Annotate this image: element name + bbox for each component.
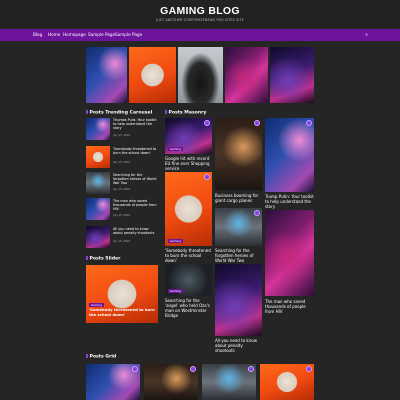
slider-post-title[interactable]: 'Somebody threatened to burn the school … — [89, 307, 155, 317]
post-format-icon — [306, 366, 312, 372]
post-format-icon — [190, 366, 196, 372]
banner-image-controller[interactable] — [178, 47, 223, 103]
trending-item-title-1[interactable]: Thumbs Pulls: Your toolkit to help under… — [113, 118, 158, 131]
trending-item-title-2[interactable]: 'Somebody threatened to burn the school … — [113, 147, 158, 155]
trending-item-date-3: July 15, 2019 — [113, 188, 131, 191]
masonry-image-2[interactable]: Gaming — [165, 172, 212, 246]
masonry-image-6[interactable] — [215, 264, 262, 336]
trending-item-title-4[interactable]: The man who saved thousands of people fr… — [113, 199, 158, 212]
grid-image-2[interactable] — [144, 364, 198, 400]
trending-section-title: Posts Trending Carousel — [86, 110, 153, 116]
post-format-icon — [254, 120, 260, 126]
masonry-category-badge[interactable]: Gaming — [168, 289, 183, 293]
post-format-icon — [204, 120, 210, 126]
banner-image-keyboard[interactable] — [270, 47, 314, 103]
search-icon[interactable]: ⌕ — [365, 29, 368, 41]
masonry-image-4[interactable] — [215, 118, 262, 190]
site-header: GAMING BLOG JUST ANOTHER CORPORATENEWS P… — [0, 0, 400, 28]
masonry-category-badge[interactable]: Gaming — [168, 239, 183, 243]
nav-item-homepage[interactable]: Homepage — [63, 29, 86, 41]
grid-image-3[interactable] — [202, 364, 256, 400]
masonry-post-title-6[interactable]: All you need to know about penalty shoot… — [215, 338, 262, 353]
grid-image-4[interactable] — [260, 364, 314, 400]
slider-section-title: Posts Slider — [86, 256, 121, 262]
banner-image-retro-console[interactable] — [129, 47, 176, 103]
trending-item-date-1: July 15, 2019 — [113, 134, 131, 137]
trending-item-title-5[interactable]: All you need to know about penalty shoot… — [113, 227, 158, 235]
site-tagline: JUST ANOTHER CORPORATENEWS PRO SITES SIT… — [156, 18, 244, 22]
post-format-icon — [204, 174, 210, 180]
masonry-post-title-3[interactable]: Searching for the 'angel' who held Oza's… — [165, 298, 212, 318]
post-format-icon — [248, 366, 254, 372]
trending-item-date-2: July 15, 2019 — [113, 161, 131, 164]
post-format-icon — [132, 366, 138, 372]
masonry-post-title-7[interactable]: Trump Putin: Your toolkit to help unders… — [265, 194, 314, 209]
grid-image-1[interactable] — [86, 364, 140, 400]
main-navigation: Blog Home Homepage Sample Page Sample Pa… — [0, 29, 400, 41]
post-format-icon — [306, 120, 312, 126]
masonry-section-title: Posts Masonry — [165, 110, 207, 116]
nav-item-sample-page-2[interactable]: Sample Page — [115, 29, 142, 41]
trending-item-date-5: July 15, 2019 — [113, 240, 131, 243]
masonry-image-7[interactable] — [265, 118, 314, 192]
masonry-category-badge[interactable]: Gaming — [168, 147, 183, 151]
nav-item-home[interactable]: Home — [48, 29, 60, 41]
masonry-post-title-8[interactable]: The man who saved thousands of people fr… — [265, 299, 314, 314]
grid-section-title: Posts Grid — [86, 354, 117, 360]
trending-thumb-3[interactable] — [86, 172, 110, 194]
banner-image-headset[interactable] — [225, 47, 268, 103]
masonry-post-title-4[interactable]: Business booming for giant cargo planes — [215, 193, 262, 203]
trending-thumb-5[interactable] — [86, 226, 110, 248]
nav-item-sample-page[interactable]: Sample Page — [88, 29, 115, 41]
masonry-image-8[interactable] — [265, 210, 314, 296]
trending-thumb-1[interactable] — [86, 118, 110, 140]
post-format-icon — [254, 210, 260, 216]
masonry-post-title-5[interactable]: Searching for the forgotten heroes of Wo… — [215, 248, 262, 263]
trending-thumb-4[interactable] — [86, 198, 110, 220]
masonry-post-title-1[interactable]: Google hit with record EU fine over Shop… — [165, 156, 212, 171]
masonry-image-3[interactable]: Gaming — [165, 264, 212, 296]
banner-image-gamer[interactable] — [86, 47, 127, 103]
masonry-image-5[interactable] — [215, 208, 262, 246]
nav-item-blog[interactable]: Blog — [33, 29, 42, 41]
trending-thumb-2[interactable] — [86, 146, 110, 168]
trending-item-title-3[interactable]: Searching for the forgotten heroes of Wo… — [113, 173, 158, 186]
masonry-image-1[interactable]: Gaming — [165, 118, 212, 154]
trending-item-date-4: July 15, 2019 — [113, 214, 131, 217]
masonry-post-title-2[interactable]: 'Somebody threatened to burn the school … — [165, 248, 212, 263]
site-title[interactable]: GAMING BLOG — [0, 5, 400, 17]
